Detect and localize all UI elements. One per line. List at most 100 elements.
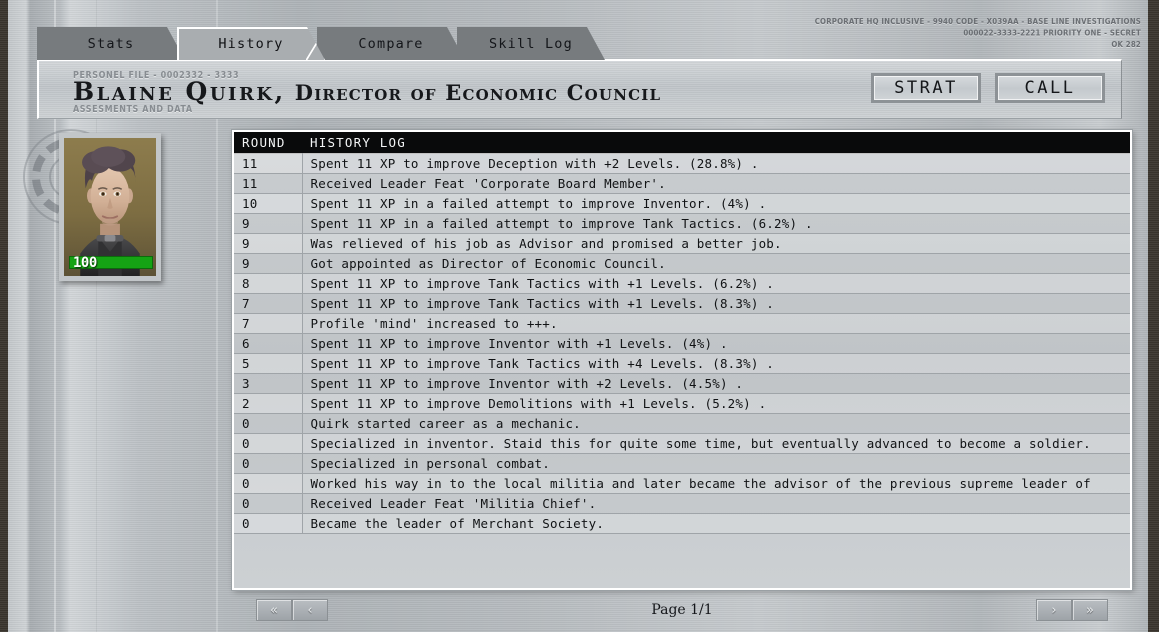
health-bar: 100 [69, 255, 153, 271]
prev-page-icon: ‹ [307, 602, 313, 618]
pagination-bar: « ‹ Page 1/1 › » [232, 596, 1132, 624]
table-row[interactable]: 0 Became the leader of Merchant Society. [234, 513, 1130, 534]
cell-round: 0 [234, 513, 303, 534]
table-row[interactable]: 3 Spent 11 XP to improve Inventor with +2… [234, 373, 1130, 394]
cell-round: 11 [234, 173, 303, 194]
cell-round: 3 [234, 373, 303, 394]
cell-history-text: Received Leader Feat 'Corporate Board Me… [302, 173, 1130, 194]
cell-history-text: Spent 11 XP to improve Inventor with +2 … [302, 373, 1130, 394]
cell-history-text: Spent 11 XP to improve Tank Tactics with… [302, 293, 1130, 314]
cell-round: 8 [234, 273, 303, 294]
health-value: 100 [73, 255, 97, 271]
cell-round: 9 [234, 213, 303, 234]
tab-bar: Stats History Compare Skill Log [37, 27, 597, 60]
next-page-icon: › [1051, 602, 1057, 618]
strat-button[interactable]: STRAT [871, 73, 981, 103]
cell-round: 2 [234, 393, 303, 414]
first-page-button[interactable]: « [256, 599, 292, 621]
table-row[interactable]: 0 Specialized in personal combat. [234, 453, 1130, 474]
cell-round: 10 [234, 193, 303, 214]
page-indicator: Page 1/1 [651, 602, 713, 618]
last-page-icon: » [1086, 602, 1094, 618]
cell-round: 7 [234, 293, 303, 314]
tab-stats-label: Stats [87, 35, 135, 52]
call-button-label: CALL [1024, 78, 1076, 98]
table-row[interactable]: 11 Spent 11 XP to improve Deception with … [234, 153, 1130, 174]
cell-round: 7 [234, 313, 303, 334]
table-row[interactable]: 9 Got appointed as Director of Economic C… [234, 253, 1130, 274]
stamp-line-2: 000022-3333-2221 PRIORITY ONE - SECRET [963, 28, 1141, 38]
cell-history-text: Spent 11 XP to improve Tank Tactics with… [302, 353, 1130, 374]
table-row[interactable]: 5 Spent 11 XP to improve Tank Tactics wit… [234, 353, 1130, 374]
tab-stats[interactable]: Stats [37, 27, 185, 60]
table-row[interactable]: 10 Spent 11 XP in a failed attempt to imp… [234, 193, 1130, 214]
history-log-body: 11 Spent 11 XP to improve Deception with … [234, 153, 1130, 534]
cell-history-text: Spent 11 XP to improve Inventor with +1 … [302, 333, 1130, 354]
strat-button-label: STRAT [894, 78, 958, 98]
table-row[interactable]: 2 Spent 11 XP to improve Demolitions with… [234, 393, 1130, 414]
col-header-round: ROUND [234, 132, 302, 154]
cell-round: 0 [234, 433, 303, 454]
page-title: Blaine Quirk, Director of Economic Counc… [73, 77, 661, 106]
cell-round: 0 [234, 493, 303, 514]
col-header-history: HISTORY LOG [302, 132, 1130, 154]
cell-history-text: Specialized in inventor. Staid this for … [302, 433, 1130, 454]
cell-history-text: Profile 'mind' increased to +++. [302, 313, 1130, 334]
table-row[interactable]: 8 Spent 11 XP to improve Tank Tactics wit… [234, 273, 1130, 294]
table-row[interactable]: 6 Spent 11 XP to improve Inventor with +1… [234, 333, 1130, 354]
cell-history-text: Specialized in personal combat. [302, 453, 1130, 474]
cell-history-text: Spent 11 XP in a failed attempt to impro… [302, 193, 1130, 214]
tab-history[interactable]: History [177, 27, 325, 60]
cell-history-text: Quirk started career as a mechanic. [302, 413, 1130, 434]
table-row[interactable]: 0 Received Leader Feat 'Militia Chief'. [234, 493, 1130, 514]
cell-round: 11 [234, 153, 303, 174]
cell-history-text: Spent 11 XP in a failed attempt to impro… [302, 213, 1130, 234]
cell-history-text: Got appointed as Director of Economic Co… [302, 253, 1130, 274]
history-log-table: ROUND HISTORY LOG 11 Spent 11 XP to impro… [234, 132, 1130, 534]
character-history-screen: CORPORATE HQ INCLUSIVE - 9940 CODE - X03… [0, 0, 1159, 632]
portrait-panel: 100 [23, 129, 161, 288]
character-role: Director of Economic Council [294, 80, 662, 105]
cell-history-text: Was relieved of his job as Advisor and p… [302, 233, 1130, 254]
tab-history-label: History [218, 35, 284, 52]
call-button[interactable]: CALL [995, 73, 1105, 103]
cell-history-text: Spent 11 XP to improve Demolitions with … [302, 393, 1130, 414]
first-page-icon: « [270, 602, 278, 618]
table-row[interactable]: 0 Worked his way in to the local militia … [234, 473, 1130, 494]
stamp-line-1: CORPORATE HQ INCLUSIVE - 9940 CODE - X03… [814, 16, 1141, 27]
personnel-header-plate: PERSONEL FILE - 0002332 - 3333 ASSESMENT… [37, 59, 1122, 119]
cell-history-text: Worked his way in to the local militia a… [302, 473, 1130, 494]
corporate-stamp: CORPORATE HQ INCLUSIVE - 9940 CODE - X03… [815, 16, 1141, 51]
prev-page-button[interactable]: ‹ [292, 599, 328, 621]
cell-round: 6 [234, 333, 303, 354]
table-row[interactable]: 0 Specialized in inventor. Staid this for… [234, 433, 1130, 454]
avatar[interactable]: 100 [59, 133, 161, 281]
cell-round: 9 [234, 253, 303, 274]
tab-compare-label: Compare [358, 35, 424, 52]
table-row[interactable]: 11 Received Leader Feat 'Corporate Board … [234, 173, 1130, 194]
table-row[interactable]: 7 Profile 'mind' increased to +++. [234, 313, 1130, 334]
cell-history-text: Received Leader Feat 'Militia Chief'. [302, 493, 1130, 514]
tab-skill-log[interactable]: Skill Log [457, 27, 605, 60]
history-log-panel[interactable]: ROUND HISTORY LOG 11 Spent 11 XP to impro… [232, 130, 1132, 590]
table-row[interactable]: 9 Spent 11 XP in a failed attempt to impr… [234, 213, 1130, 234]
cell-history-text: Spent 11 XP to improve Tank Tactics with… [302, 273, 1130, 294]
table-row[interactable]: 9 Was relieved of his job as Advisor and … [234, 233, 1130, 254]
cell-round: 0 [234, 473, 303, 494]
table-header-row: ROUND HISTORY LOG [234, 132, 1130, 154]
character-name: Blaine Quirk, [73, 77, 286, 106]
cell-round: 9 [234, 233, 303, 254]
stamp-line-3: OK 282 [1111, 39, 1141, 50]
cell-round: 0 [234, 453, 303, 474]
tab-compare[interactable]: Compare [317, 27, 465, 60]
table-row[interactable]: 7 Spent 11 XP to improve Tank Tactics wit… [234, 293, 1130, 314]
tab-skill-log-label: Skill Log [489, 35, 573, 52]
cell-round: 5 [234, 353, 303, 374]
cell-round: 0 [234, 413, 303, 434]
cell-history-text: Became the leader of Merchant Society. [302, 513, 1130, 534]
cell-history-text: Spent 11 XP to improve Deception with +2… [302, 153, 1130, 174]
last-page-button[interactable]: » [1072, 599, 1108, 621]
history-log-head: ROUND HISTORY LOG [234, 132, 1130, 154]
table-row[interactable]: 0 Quirk started career as a mechanic. [234, 413, 1130, 434]
next-page-button[interactable]: › [1036, 599, 1072, 621]
